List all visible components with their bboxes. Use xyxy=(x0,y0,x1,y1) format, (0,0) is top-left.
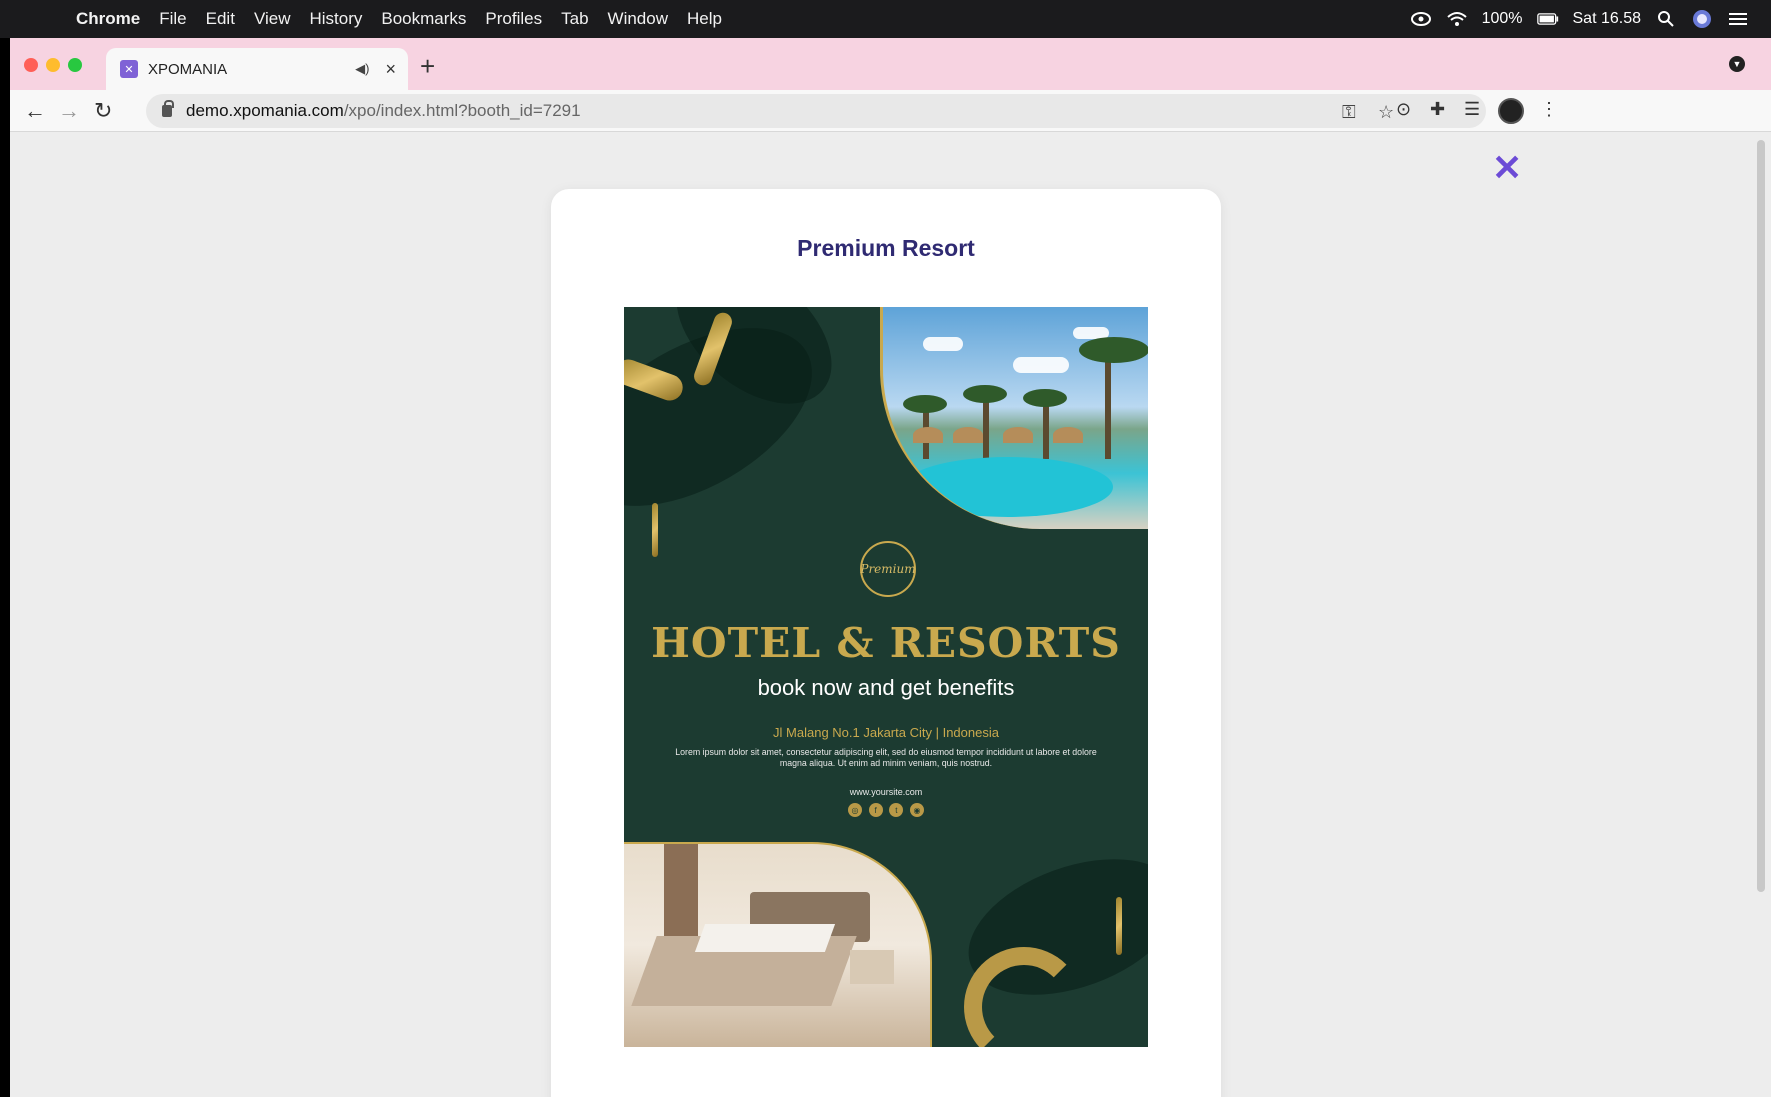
reload-button[interactable]: ↻ xyxy=(94,98,112,124)
menu-profiles[interactable]: Profiles xyxy=(485,9,542,29)
browser-toolbar: ← → ↻ demo.xpomania.com /xpo/index.html?… xyxy=(10,90,1771,132)
tab-close-icon[interactable]: × xyxy=(385,59,396,80)
cloud xyxy=(923,337,963,351)
address-bar[interactable]: demo.xpomania.com /xpo/index.html?booth_… xyxy=(146,94,1486,128)
window-zoom-button[interactable] xyxy=(68,58,82,72)
palm-frond xyxy=(1023,389,1067,407)
poster-address: Jl Malang No.1 Jakarta City | Indonesia xyxy=(773,725,999,740)
bedroom-photo xyxy=(624,842,932,1047)
tab-title: XPOMANIA xyxy=(148,60,228,78)
beach-hut xyxy=(1003,427,1033,443)
palm-trunk xyxy=(1043,403,1049,459)
xpomania-favicon-icon: ✕ xyxy=(120,60,138,78)
palm-frond xyxy=(1079,337,1148,363)
gold-stroke-decoration xyxy=(652,503,658,557)
wifi-icon[interactable] xyxy=(1446,8,1468,30)
extensions-puzzle-icon[interactable]: ✚ xyxy=(1430,99,1445,120)
macos-menu-bar: Chrome File Edit View History Bookmarks … xyxy=(0,0,1771,38)
palm-frond xyxy=(963,385,1007,403)
window-close-button[interactable] xyxy=(24,58,38,72)
nightstand xyxy=(850,950,894,984)
new-tab-button[interactable]: + xyxy=(420,51,435,82)
poster-body-text: Lorem ipsum dolor sit amet, consectetur … xyxy=(675,747,1097,768)
clock-text[interactable]: Sat 16.58 xyxy=(1573,10,1642,28)
battery-percent: 100% xyxy=(1481,10,1523,27)
page-scrollbar[interactable] xyxy=(1757,140,1765,892)
back-button[interactable]: ← xyxy=(24,98,46,124)
instagram-icon: ◎ xyxy=(848,803,862,817)
status-area: 100% Sat 16.58 xyxy=(1410,0,1749,38)
lock-icon[interactable] xyxy=(162,100,174,117)
profile-avatar[interactable] xyxy=(1498,98,1524,124)
menu-window[interactable]: Window xyxy=(608,9,668,29)
chrome-menu-icon[interactable]: ⋮ xyxy=(1540,99,1558,120)
booth-modal-card: Premium Resort Premium HOTEL & RESORTS b… xyxy=(551,189,1221,1097)
cloud xyxy=(1013,357,1069,373)
poster-social-icons: ◎ f t ◉ xyxy=(848,803,924,817)
tab-strip: ✕ XPOMANIA ◀) × + ▼ xyxy=(10,38,1771,90)
gold-stroke-decoration xyxy=(1116,897,1122,955)
menu-edit[interactable]: Edit xyxy=(206,9,235,29)
poster-subline: book now and get benefits xyxy=(757,675,1015,700)
url-host: demo.xpomania.com xyxy=(186,101,344,120)
tab-xpomania[interactable]: ✕ XPOMANIA ◀) × xyxy=(106,48,408,90)
menu-view[interactable]: View xyxy=(254,9,291,29)
poster-website: www.yoursite.com xyxy=(849,787,923,797)
control-center-icon[interactable] xyxy=(1727,8,1749,30)
beach-hut xyxy=(913,427,943,443)
battery-icon[interactable] xyxy=(1536,8,1559,30)
spotlight-search-icon[interactable] xyxy=(1655,8,1677,30)
facebook-icon: f xyxy=(868,803,883,817)
siri-icon[interactable] xyxy=(1691,8,1713,30)
window-minimize-button[interactable] xyxy=(46,58,60,72)
whatsapp-icon: ◉ xyxy=(909,803,924,817)
page-content: ✕ Premium Resort Premium HOTEL & RESORTS… xyxy=(10,132,1771,1097)
swimming-pool xyxy=(903,457,1113,517)
resort-poster-image: Premium HOTEL & RESORTS book now and get… xyxy=(624,307,1148,1047)
modal-title: Premium Resort xyxy=(797,235,975,261)
premium-logo-seal: Premium xyxy=(860,541,916,597)
beach-pool-photo xyxy=(880,307,1148,529)
poster-headline: HOTEL & RESORTS xyxy=(651,619,1121,667)
menu-file[interactable]: File xyxy=(159,9,186,29)
tab-audio-icon[interactable]: ◀) xyxy=(355,61,369,77)
bookmark-star-icon[interactable]: ☆ xyxy=(1378,102,1394,123)
beach-hut xyxy=(953,427,983,443)
menu-help[interactable]: Help xyxy=(687,9,722,29)
menu-bookmarks[interactable]: Bookmarks xyxy=(381,9,466,29)
screenshot-camera-icon[interactable]: ⊙ xyxy=(1396,99,1411,120)
chrome-window: ✕ XPOMANIA ◀) × + ▼ ← → ↻ demo.xpomania.… xyxy=(10,38,1771,1097)
beach-hut xyxy=(1053,427,1083,443)
tab-search-icon[interactable]: ▼ xyxy=(1729,56,1745,72)
palm-trunk xyxy=(983,399,989,459)
menu-history[interactable]: History xyxy=(309,9,362,29)
modal-close-icon[interactable]: ✕ xyxy=(1492,150,1522,186)
palm-frond xyxy=(903,395,947,413)
menu-app-chrome[interactable]: Chrome xyxy=(76,9,140,29)
bed-sheet xyxy=(694,924,836,952)
reading-list-icon[interactable]: ☰ xyxy=(1464,99,1480,120)
palm-trunk xyxy=(1105,349,1111,459)
password-key-icon[interactable]: ⚿ xyxy=(1342,102,1356,123)
twitter-icon: t xyxy=(889,803,904,817)
logo-text: Premium xyxy=(860,562,916,576)
forward-button[interactable]: → xyxy=(58,98,80,124)
creative-cloud-icon[interactable] xyxy=(1410,8,1432,30)
menu-tab[interactable]: Tab xyxy=(561,9,588,29)
url-path: /xpo/index.html?booth_id=7291 xyxy=(343,101,581,120)
